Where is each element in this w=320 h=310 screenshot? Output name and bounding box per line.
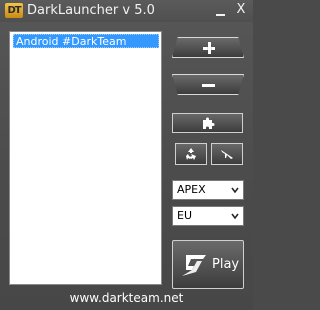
recycle-icon bbox=[186, 148, 196, 160]
minus-icon bbox=[202, 84, 215, 87]
remove-profile-button[interactable] bbox=[172, 74, 244, 95]
profile-list[interactable]: Android #DarkTeam bbox=[9, 31, 162, 285]
minimize-button[interactable] bbox=[213, 2, 229, 18]
server-select-value: EU bbox=[177, 209, 193, 222]
chevron-down-icon bbox=[231, 213, 239, 220]
close-button[interactable]: X bbox=[233, 2, 249, 18]
play-label: Play bbox=[212, 257, 240, 272]
window-title: DarkLauncher v 5.0 bbox=[27, 3, 155, 18]
add-profile-button[interactable] bbox=[172, 37, 244, 58]
plane-icon bbox=[221, 150, 233, 159]
play-button[interactable]: Play bbox=[172, 240, 244, 289]
footer-link[interactable]: www.darkteam.net bbox=[0, 290, 253, 306]
region-select[interactable]: APEX bbox=[172, 180, 244, 200]
list-item[interactable]: Android #DarkTeam bbox=[13, 34, 159, 48]
launcher-window: DT DarkLauncher v 5.0 X Android #DarkTea… bbox=[0, 0, 253, 310]
app-logo-icon: DT bbox=[5, 3, 23, 18]
title-bar[interactable]: DT DarkLauncher v 5.0 X bbox=[0, 0, 253, 22]
connect-button[interactable] bbox=[211, 143, 243, 165]
plugins-button[interactable] bbox=[172, 113, 243, 133]
puzzle-icon bbox=[203, 117, 215, 129]
recycle-button[interactable] bbox=[175, 143, 207, 165]
launcher-logo-icon bbox=[182, 255, 206, 276]
chevron-down-icon bbox=[231, 187, 239, 194]
region-select-value: APEX bbox=[177, 183, 206, 196]
server-select[interactable]: EU bbox=[172, 206, 244, 226]
